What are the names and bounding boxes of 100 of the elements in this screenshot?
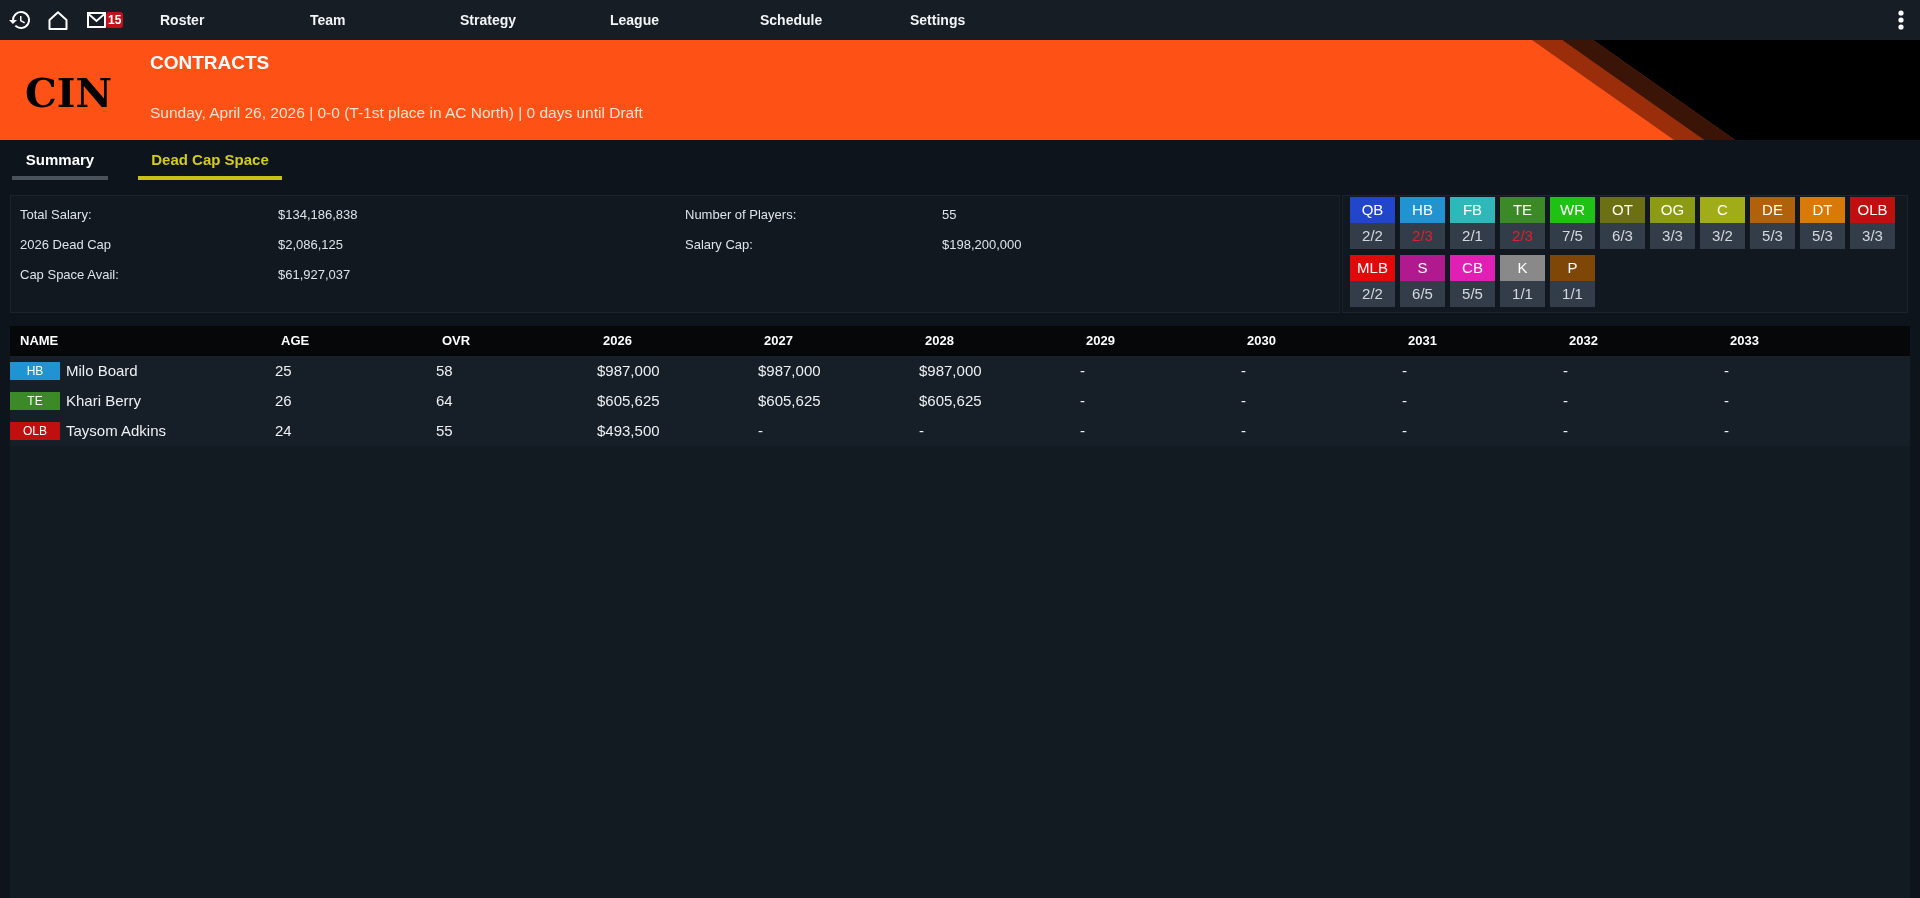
table-cell-text: -: [1563, 360, 1568, 381]
position-label: OT: [1600, 197, 1645, 223]
column-header: OVR: [442, 332, 471, 351]
depth-count: 5/3: [1800, 223, 1845, 249]
table-cell-text: -: [1724, 360, 1729, 381]
depth-count: 1/1: [1550, 281, 1595, 307]
depth-count: 2/2: [1350, 281, 1395, 307]
position-label: CB: [1450, 255, 1495, 281]
table-cell-text: -: [1080, 360, 1085, 381]
field-label: Number of Players:: [685, 206, 797, 225]
nav-link[interactable]: League: [610, 11, 659, 29]
position-label: TE: [1500, 197, 1545, 223]
depth-count: 7/5: [1550, 223, 1595, 249]
position-label: P: [1550, 255, 1595, 281]
depth-count: 2/1: [1450, 223, 1495, 249]
position-label: C: [1700, 197, 1745, 223]
nav-link[interactable]: Team: [310, 11, 346, 29]
column-header: 2028: [925, 332, 954, 351]
depth-count: 3/3: [1650, 223, 1695, 249]
field-value: 55: [942, 206, 957, 225]
table-cell-text: -: [1563, 420, 1568, 441]
field-label: Cap Space Avail:: [20, 266, 119, 285]
depth-count: 6/5: [1400, 281, 1445, 307]
table-cell-text: $987,000: [597, 360, 660, 381]
field-value: $61,927,037: [278, 266, 351, 285]
column-header: 2032: [1569, 332, 1598, 351]
position-label: OG: [1650, 197, 1695, 223]
table-cell-text: -: [1402, 360, 1407, 381]
depth-count: 1/1: [1500, 281, 1545, 307]
table-cell-text: -: [1080, 390, 1085, 411]
column-header: 2029: [1086, 332, 1115, 351]
table-cell-text: -: [1724, 390, 1729, 411]
table-cell-text: $605,625: [597, 390, 660, 411]
page-title: CONTRACTS: [150, 51, 270, 75]
history-icon[interactable]: [9, 10, 31, 30]
nav-link[interactable]: Schedule: [760, 11, 823, 29]
position-label: FB: [1450, 197, 1495, 223]
table-cell-text: -: [1241, 390, 1246, 411]
player-name: Milo Board: [66, 360, 138, 381]
depth-count: 5/5: [1450, 281, 1495, 307]
table-cell-text: 25: [275, 360, 292, 381]
table-cell-text: -: [1402, 420, 1407, 441]
column-header: NAME: [20, 332, 59, 351]
status-line: Sunday, April 26, 2026 | 0-0 (T-1st place in AC North) | 0 days until Draft: [150, 103, 643, 123]
column-header: AGE: [281, 332, 310, 351]
column-header: 2033: [1730, 332, 1759, 351]
position-label: S: [1400, 255, 1445, 281]
position-label: DT: [1800, 197, 1845, 223]
position-badge: TE: [10, 392, 60, 410]
tab[interactable]: Summary: [12, 140, 108, 180]
depth-count: 3/3: [1850, 223, 1895, 249]
player-name: Khari Berry: [66, 390, 142, 411]
table-cell-text: -: [1724, 420, 1729, 441]
position-badge: OLB: [10, 422, 60, 440]
depth-count: 3/2: [1700, 223, 1745, 249]
nav-link[interactable]: Strategy: [460, 11, 517, 29]
table-cell-text: -: [758, 420, 763, 441]
position-label: MLB: [1350, 255, 1395, 281]
position-label: WR: [1550, 197, 1595, 223]
position-label: K: [1500, 255, 1545, 281]
unread-count-badge: 15: [106, 12, 124, 28]
more-options-icon[interactable]: [1898, 10, 1904, 30]
field-label: Total Salary:: [20, 206, 92, 225]
position-label: DE: [1750, 197, 1795, 223]
table-cell-text: 24: [275, 420, 292, 441]
table-cell-text: -: [1241, 420, 1246, 441]
nav-link[interactable]: Settings: [910, 11, 966, 29]
table-cell-text: -: [919, 420, 924, 441]
column-header: 2027: [764, 332, 793, 351]
table-cell-text: 55: [436, 420, 453, 441]
depth-count: 2/3: [1500, 223, 1545, 249]
field-value: $2,086,125: [278, 236, 344, 255]
table-row[interactable]: TE Khari Berry 26 64 $605,625 $605,625 $605,625 - - - - -: [10, 386, 1910, 416]
position-badge: HB: [10, 362, 60, 380]
field-value: $134,186,838: [278, 206, 358, 225]
table-cell-text: 58: [436, 360, 453, 381]
table-row[interactable]: OLB Taysom Adkins 24 55 $493,500 - - - - - - -: [10, 416, 1910, 446]
table-cell-text: -: [1563, 390, 1568, 411]
table-cell-text: $605,625: [758, 390, 821, 411]
position-label: OLB: [1850, 197, 1895, 223]
table-cell-text: -: [1241, 360, 1246, 381]
position-label: QB: [1350, 197, 1395, 223]
table-cell-text: 26: [275, 390, 292, 411]
field-value: $198,200,000: [942, 236, 1022, 255]
table-cell-text: $493,500: [597, 420, 660, 441]
table-cell-text: $987,000: [758, 360, 821, 381]
table-row[interactable]: HB Milo Board 25 58 $987,000 $987,000 $987,000 - - - - -: [10, 356, 1910, 386]
table-cell-text: 64: [436, 390, 453, 411]
home-icon[interactable]: [48, 10, 68, 30]
tab[interactable]: Dead Cap Space: [138, 140, 282, 180]
depth-count: 2/2: [1350, 223, 1395, 249]
nav-link[interactable]: Roster: [160, 11, 205, 29]
column-header: 2031: [1408, 332, 1437, 351]
table-cell-text: -: [1080, 420, 1085, 441]
column-header: 2026: [603, 332, 632, 351]
depth-count: 5/3: [1750, 223, 1795, 249]
player-name: Taysom Adkins: [66, 420, 167, 441]
field-label: Salary Cap:: [685, 236, 753, 255]
position-label: HB: [1400, 197, 1445, 223]
mail-icon[interactable]: [87, 12, 106, 28]
